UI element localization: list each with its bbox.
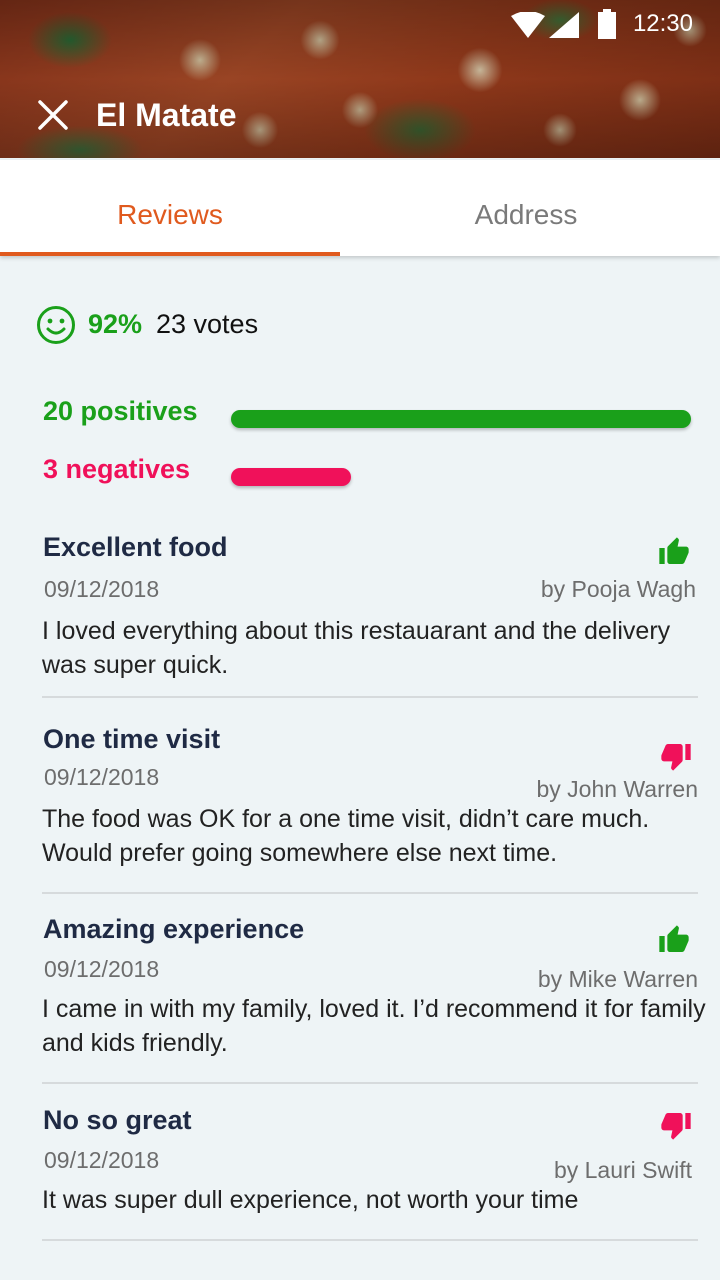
thumbs-up-icon xyxy=(659,925,689,952)
negatives-label: 3 negatives xyxy=(43,454,191,484)
review-body: The food was OK for a one time visit, di… xyxy=(42,805,650,867)
negatives-bar-track xyxy=(231,468,691,486)
wifi-icon xyxy=(511,12,545,38)
smile-icon xyxy=(37,306,75,344)
positives-label: 20 positives xyxy=(43,396,198,426)
positives-bar xyxy=(231,410,691,428)
review-title: No so great xyxy=(43,1105,192,1135)
thumbs-down-icon xyxy=(661,1113,691,1140)
vote-count: 23 votes xyxy=(156,309,259,339)
review-date: 09/12/2018 xyxy=(44,1147,160,1173)
review-date: 09/12/2018 xyxy=(44,764,160,790)
review-body: I came in with my family, loved it. I’d … xyxy=(42,995,706,1057)
thumbs-down-icon xyxy=(661,744,691,771)
positives-bar-track xyxy=(231,410,691,428)
close-icon[interactable] xyxy=(36,98,70,132)
review-date: 09/12/2018 xyxy=(44,956,160,982)
review-body: It was super dull experience, not worth … xyxy=(42,1186,579,1214)
review-title: Excellent food xyxy=(43,532,228,562)
review-title: Amazing experience xyxy=(43,914,305,944)
app-bar: El Matate xyxy=(0,88,720,144)
review-author: by Pooja Wagh xyxy=(540,576,696,602)
review-item[interactable]: No so great 09/12/2018 by Lauri Swift It… xyxy=(42,1105,698,1241)
status-time: 12:30 xyxy=(632,10,693,37)
review-item[interactable]: Amazing experience 09/12/2018 by Mike Wa… xyxy=(42,914,706,1084)
tab-address[interactable]: Address xyxy=(356,160,696,256)
battery-icon xyxy=(598,9,616,39)
negatives-bar xyxy=(231,468,351,486)
tab-indicator xyxy=(0,252,340,256)
review-author: by Mike Warren xyxy=(537,966,698,992)
review-author: by Lauri Swift xyxy=(553,1157,692,1183)
page-title: El Matate xyxy=(96,97,237,133)
review-date: 09/12/2018 xyxy=(44,576,160,602)
tab-reviews[interactable]: Reviews xyxy=(0,160,340,256)
review-item[interactable]: One time visit 09/12/2018 by John Warren… xyxy=(42,724,698,894)
review-body: I loved everything about this restauaran… xyxy=(42,617,671,679)
review-item[interactable]: Excellent food 09/12/2018 by Pooja Wagh … xyxy=(42,532,698,698)
status-bar: 12:30 xyxy=(0,0,720,48)
rating-percent: 92% xyxy=(88,309,143,339)
signal-icon xyxy=(549,12,579,38)
tab-bar: Reviews Address xyxy=(0,160,720,256)
review-title: One time visit xyxy=(43,724,221,754)
thumbs-up-icon xyxy=(659,537,689,564)
review-author: by John Warren xyxy=(536,776,699,802)
